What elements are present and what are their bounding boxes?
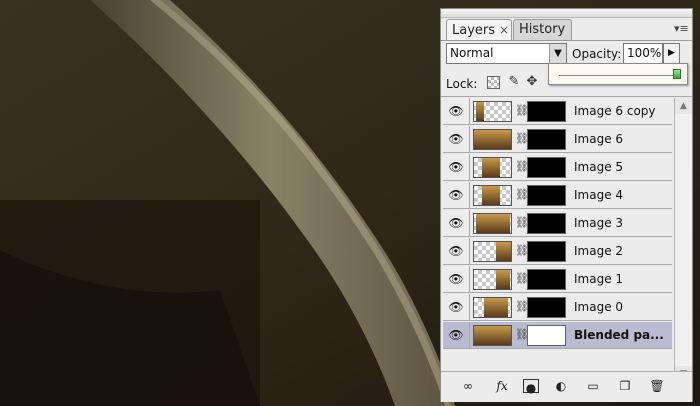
- layer-row[interactable]: 👁 ⛓ Image 6: [443, 126, 672, 153]
- layer-name[interactable]: Blended pa...: [574, 322, 664, 348]
- tab-layers[interactable]: Layers ×: [446, 19, 512, 40]
- layer-list: 👁 ⛓ Image 6 copy 👁 ⛓ Image 6 👁 ⛓ Image 5 👁 ⛓ Image …: [443, 98, 672, 356]
- panel-menu-icon[interactable]: ▾≡: [674, 22, 689, 36]
- tab-close-icon[interactable]: ×: [499, 23, 509, 37]
- link-layers-icon[interactable]: ∞: [457, 378, 479, 394]
- opacity-slider-toggle-icon[interactable]: ▶: [663, 43, 680, 64]
- layer-row[interactable]: 👁 ⛓ Image 4: [443, 182, 672, 209]
- tab-history-label: History: [519, 22, 566, 37]
- layer-row[interactable]: 👁 ⛓ Image 0: [443, 294, 672, 321]
- layer-name[interactable]: Image 2: [574, 238, 623, 264]
- panel-titlebar[interactable]: [441, 9, 692, 18]
- layer-mask-thumbnail[interactable]: [527, 297, 566, 318]
- layer-thumbnail[interactable]: [473, 269, 512, 290]
- layer-row[interactable]: 👁 ⛓ Image 6 copy: [443, 98, 672, 125]
- layers-toolbar: ∞ fx ● ◐ ▭ ❐ 🗑: [441, 371, 692, 402]
- layer-thumbnail[interactable]: [473, 241, 512, 262]
- adjustment-layer-icon[interactable]: ◐: [553, 378, 569, 394]
- layer-mask-thumbnail[interactable]: [527, 325, 566, 346]
- add-mask-icon[interactable]: ●: [523, 379, 539, 395]
- layer-name[interactable]: Image 6: [574, 126, 623, 152]
- opacity-label: Opacity:: [572, 47, 622, 61]
- layer-row[interactable]: 👁 ⛓ Image 3: [443, 210, 672, 237]
- blend-mode-select[interactable]: Normal ▼: [446, 43, 567, 64]
- eye-visibility-icon[interactable]: 👁: [443, 126, 470, 152]
- eye-visibility-icon[interactable]: 👁: [443, 182, 470, 208]
- layer-name[interactable]: Image 4: [574, 182, 623, 208]
- layer-thumbnail[interactable]: [473, 157, 512, 178]
- layer-mask-thumbnail[interactable]: [527, 129, 566, 150]
- layer-mask-thumbnail[interactable]: [527, 157, 566, 178]
- layer-thumbnail[interactable]: [473, 213, 512, 234]
- layer-row[interactable]: 👁 ⛓ Blended pa...: [443, 322, 672, 349]
- layer-mask-thumbnail[interactable]: [527, 241, 566, 262]
- layer-name[interactable]: Image 1: [574, 266, 623, 292]
- layer-row[interactable]: 👁 ⛓ Image 1: [443, 266, 672, 293]
- eye-visibility-icon[interactable]: 👁: [443, 210, 470, 236]
- lock-position-icon[interactable]: ✥: [525, 75, 539, 89]
- layer-list-scrollbar[interactable]: ▲ ▼: [674, 98, 692, 382]
- layer-mask-thumbnail[interactable]: [527, 185, 566, 206]
- tab-history[interactable]: History: [513, 19, 572, 40]
- layer-thumbnail[interactable]: [473, 185, 512, 206]
- layer-row[interactable]: 👁 ⛓ Image 2: [443, 238, 672, 265]
- eye-visibility-icon[interactable]: 👁: [443, 322, 470, 348]
- layer-name[interactable]: Image 0: [574, 294, 623, 320]
- fx-button[interactable]: fx: [491, 378, 513, 394]
- layer-thumbnail[interactable]: [473, 101, 512, 122]
- layers-panel: Layers × History ▾≡ Normal ▼ Opacity: 100…: [440, 8, 693, 402]
- opacity-slider-track[interactable]: [559, 75, 677, 76]
- layer-mask-thumbnail[interactable]: [527, 101, 566, 122]
- opacity-slider-popup: [548, 63, 688, 85]
- layer-mask-thumbnail[interactable]: [527, 213, 566, 234]
- tab-layers-label: Layers: [452, 23, 496, 38]
- layer-thumbnail[interactable]: [473, 325, 512, 346]
- eye-visibility-icon[interactable]: 👁: [443, 266, 470, 292]
- trash-icon[interactable]: 🗑: [649, 378, 665, 394]
- layer-mask-thumbnail[interactable]: [527, 269, 566, 290]
- lock-label: Lock:: [446, 77, 478, 91]
- eye-visibility-icon[interactable]: 👁: [443, 98, 470, 124]
- layer-name[interactable]: Image 3: [574, 210, 623, 236]
- blend-mode-value: Normal: [450, 46, 494, 60]
- eye-visibility-icon[interactable]: 👁: [443, 294, 470, 320]
- eye-visibility-icon[interactable]: 👁: [443, 238, 470, 264]
- folder-icon[interactable]: ▭: [585, 378, 601, 394]
- scroll-up-icon[interactable]: ▲: [675, 98, 692, 114]
- layer-thumbnail[interactable]: [473, 129, 512, 150]
- layer-name[interactable]: Image 6 copy: [574, 98, 656, 124]
- eye-visibility-icon[interactable]: 👁: [443, 154, 470, 180]
- new-layer-icon[interactable]: ❐: [617, 378, 633, 394]
- layer-thumbnail[interactable]: [473, 297, 512, 318]
- lock-transparent-pixels-icon[interactable]: [487, 76, 500, 89]
- chevron-down-icon[interactable]: ▼: [549, 44, 566, 63]
- opacity-input[interactable]: 100%: [623, 43, 663, 64]
- lock-divider: [441, 96, 692, 97]
- opacity-slider-thumb[interactable]: [673, 69, 681, 79]
- lock-image-pixels-icon[interactable]: ✎: [507, 75, 521, 89]
- layer-row[interactable]: 👁 ⛓ Image 5: [443, 154, 672, 181]
- layer-name[interactable]: Image 5: [574, 154, 623, 180]
